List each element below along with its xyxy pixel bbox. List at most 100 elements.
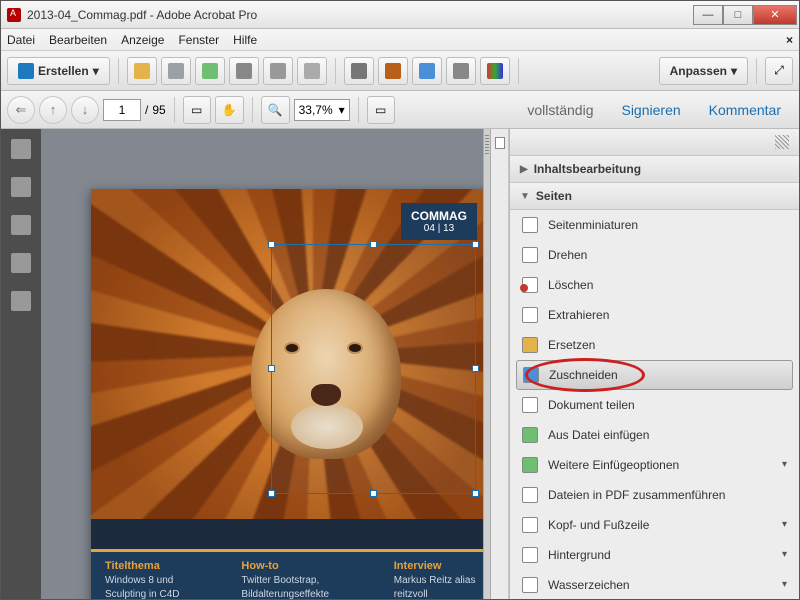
replace-icon <box>522 337 538 353</box>
tool-weitere-einfuegeoptionen[interactable]: Weitere Einfügeoptionen▾ <box>510 450 799 480</box>
anpassen-button[interactable]: Anpassen ▾ <box>659 57 748 85</box>
crop-handle-tc[interactable] <box>370 241 377 248</box>
kommentar-link[interactable]: Kommentar <box>697 102 793 118</box>
tool-zuschneiden[interactable]: Zuschneiden <box>516 360 793 390</box>
close-button[interactable]: ✕ <box>753 5 797 25</box>
select-tool[interactable]: ▭ <box>183 96 211 124</box>
create-icon <box>18 63 34 79</box>
crop-handle-mr[interactable] <box>472 365 479 372</box>
badge-issue: 04 | 13 <box>411 223 467 234</box>
tool-drehen[interactable]: Drehen <box>510 240 799 270</box>
rotate-icon <box>522 247 538 263</box>
zoom-tool[interactable]: 🔍 <box>261 96 290 124</box>
zoom-select[interactable]: 33,7% ▾ <box>294 99 350 121</box>
minimize-button[interactable]: ― <box>693 5 723 25</box>
crop-handle-tl[interactable] <box>268 241 275 248</box>
layers-panel-icon[interactable] <box>11 253 31 273</box>
erstellen-button[interactable]: Erstellen ▾ <box>7 57 110 85</box>
crop-handle-br[interactable] <box>472 490 479 497</box>
tool-kopf-fusszeile[interactable]: Kopf- und Fußzeile▾ <box>510 510 799 540</box>
menu-anzeige[interactable]: Anzeige <box>121 33 164 47</box>
chevron-down-icon: ▾ <box>782 459 787 470</box>
gear-button[interactable] <box>344 57 374 85</box>
tool-wasserzeichen[interactable]: Wasserzeichen▾ <box>510 570 799 599</box>
maximize-button[interactable]: □ <box>723 5 753 25</box>
first-page-button[interactable]: ⇐ <box>7 96 35 124</box>
prev-page-button[interactable]: ↑ <box>39 96 67 124</box>
menubar: Datei Bearbeiten Anzeige Fenster Hilfe × <box>1 29 799 51</box>
tool-dateien-zusammenfuehren[interactable]: Dateien in PDF zusammenführen <box>510 480 799 510</box>
mail-button[interactable] <box>297 57 327 85</box>
chevron-down-icon: ▾ <box>93 64 99 78</box>
footer-col2-sub: Twitter Bootstrap, Bildalterungseffekte <box>241 575 329 599</box>
menu-hilfe[interactable]: Hilfe <box>233 33 257 47</box>
tool-aus-datei-einfuegen[interactable]: Aus Datei einfügen <box>510 420 799 450</box>
signatures-panel-icon[interactable] <box>11 291 31 311</box>
app-icon <box>7 8 21 22</box>
print-button[interactable] <box>229 57 259 85</box>
pane-splitter[interactable] <box>483 129 491 599</box>
menu-fenster[interactable]: Fenster <box>178 33 219 47</box>
print-icon <box>236 63 252 79</box>
document-viewer[interactable]: COMMAG 04 | 13 TitelthemaWindows 8 und S… <box>41 129 483 599</box>
zoom-value: 33,7% <box>299 103 333 117</box>
magazine-badge: COMMAG 04 | 13 <box>401 203 477 240</box>
tool-extrahieren[interactable]: Extrahieren <box>510 300 799 330</box>
vollstaendig-link[interactable]: vollständig <box>515 102 605 118</box>
hand-tool[interactable]: ✋ <box>215 96 244 124</box>
menu-datei[interactable]: Datei <box>7 33 35 47</box>
tool-ersetzen[interactable]: Ersetzen <box>510 330 799 360</box>
section-label: Inhaltsbearbeitung <box>534 162 641 176</box>
arrow-button[interactable] <box>446 57 476 85</box>
section-inhaltsbearbeitung[interactable]: ▶ Inhaltsbearbeitung <box>510 156 799 183</box>
attachments-panel-icon[interactable] <box>11 215 31 235</box>
tool-seitenminiaturen[interactable]: Seitenminiaturen <box>510 210 799 240</box>
disclosure-icon: ▼ <box>520 191 530 202</box>
arrow-icon <box>453 63 469 79</box>
insert-more-icon <box>522 457 538 473</box>
disclosure-icon: ▶ <box>520 164 528 175</box>
seiten-tool-list: Seitenminiaturen Drehen Löschen Extrahie… <box>510 210 799 599</box>
footer-col1-sub: Windows 8 und Sculpting in C4D <box>105 575 179 599</box>
crop-handle-bl[interactable] <box>268 490 275 497</box>
section-label: Seiten <box>536 189 572 203</box>
save-button[interactable] <box>161 57 191 85</box>
crop-handle-bc[interactable] <box>370 490 377 497</box>
crop-icon <box>523 367 539 383</box>
section-seiten[interactable]: ▼ Seiten <box>510 183 799 210</box>
save-icon <box>168 63 184 79</box>
tool-dokument-teilen[interactable]: Dokument teilen <box>510 390 799 420</box>
magnifier-icon: 🔍 <box>268 103 283 117</box>
color-button[interactable] <box>480 57 510 85</box>
tool-loeschen[interactable]: Löschen <box>510 270 799 300</box>
menu-bearbeiten[interactable]: Bearbeiten <box>49 33 107 47</box>
page-input[interactable] <box>103 99 141 121</box>
combine-icon <box>522 487 538 503</box>
fullscreen-button[interactable]: ⤢ <box>765 57 793 85</box>
pane-header <box>510 129 799 156</box>
fx-button[interactable] <box>378 57 408 85</box>
mail-icon <box>304 63 320 79</box>
next-page-button[interactable]: ↓ <box>71 96 99 124</box>
clipboard-button[interactable] <box>263 57 293 85</box>
cloud-button[interactable] <box>195 57 225 85</box>
background-icon <box>522 547 538 563</box>
pages-panel-icon[interactable] <box>11 139 31 159</box>
signieren-link[interactable]: Signieren <box>609 102 692 118</box>
mini-page-icon[interactable] <box>495 137 505 149</box>
open-button[interactable] <box>127 57 157 85</box>
crop-selection[interactable] <box>271 244 476 494</box>
bookmarks-panel-icon[interactable] <box>11 177 31 197</box>
pane-options-icon[interactable] <box>775 135 789 149</box>
page-sep: / <box>145 103 148 117</box>
chevron-down-icon: ▾ <box>782 549 787 560</box>
footer-col3-title: Interview <box>394 560 477 572</box>
doc-icon <box>419 63 435 79</box>
crop-handle-ml[interactable] <box>268 365 275 372</box>
crop-handle-tr[interactable] <box>472 241 479 248</box>
view-mode-button[interactable]: ▭ <box>367 96 395 124</box>
document-close-button[interactable]: × <box>786 33 793 47</box>
tool-hintergrund[interactable]: Hintergrund▾ <box>510 540 799 570</box>
doc-button[interactable] <box>412 57 442 85</box>
badge-title: COMMAG <box>411 209 467 223</box>
